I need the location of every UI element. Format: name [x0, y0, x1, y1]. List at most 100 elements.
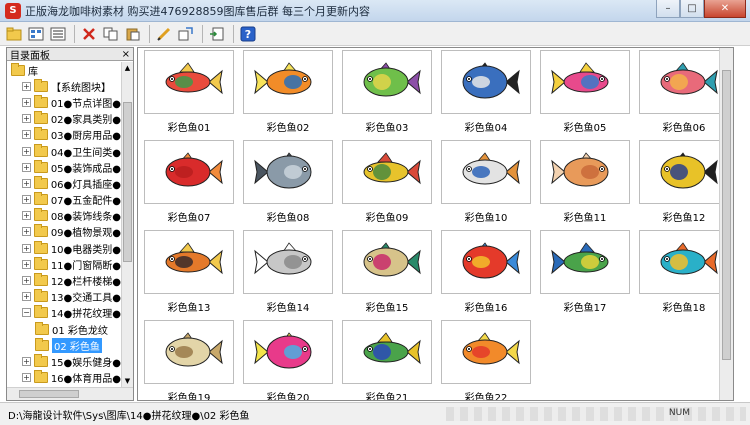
scroll-thumb[interactable] [722, 70, 731, 360]
tree-vertical-scrollbar[interactable]: ▲ ▼ [121, 62, 133, 387]
tree-expander-icon[interactable]: + [22, 276, 31, 286]
thumbnail-item[interactable]: 彩色鱼01 [144, 50, 234, 134]
fish-thumbnail-icon[interactable] [342, 320, 432, 384]
maximize-button[interactable]: □ [680, 0, 704, 18]
tree-item[interactable]: +06●灯具插座● [7, 175, 121, 191]
fish-thumbnail-icon[interactable] [342, 140, 432, 204]
thumbnail-item[interactable]: 彩色鱼17 [540, 230, 630, 314]
tree-horizontal-scrollbar[interactable] [7, 387, 133, 400]
thumbnail-item[interactable]: 彩色鱼14 [243, 230, 333, 314]
copy-icon[interactable] [101, 24, 121, 44]
thumbnail-item[interactable]: 彩色鱼03 [342, 50, 432, 134]
thumbnail-item[interactable]: 彩色鱼19 [144, 320, 234, 400]
view-icon[interactable] [26, 24, 46, 44]
tree-item[interactable]: +08●装饰线条● [7, 208, 121, 224]
fish-thumbnail-icon[interactable] [243, 230, 333, 294]
scroll-up-icon[interactable]: ▲ [122, 62, 133, 74]
fish-thumbnail-icon[interactable] [639, 50, 729, 114]
thumbnail-item[interactable]: 彩色鱼11 [540, 140, 630, 224]
fish-thumbnail-icon[interactable] [540, 50, 630, 114]
tree-expander-icon[interactable]: + [22, 356, 31, 366]
tree-item[interactable]: +12●栏杆楼梯● [7, 272, 121, 288]
tree-item[interactable]: 库 [7, 62, 121, 78]
thumbnail-item[interactable]: 彩色鱼07 [144, 140, 234, 224]
tree-expander-icon[interactable]: + [22, 292, 31, 302]
tree-expander-icon[interactable]: + [22, 97, 31, 107]
fish-thumbnail-icon[interactable] [342, 50, 432, 114]
tree-item[interactable]: +09●植物景观● [7, 224, 121, 240]
fish-thumbnail-icon[interactable] [441, 140, 531, 204]
tree-item[interactable]: +02●家具类别● [7, 111, 121, 127]
tree-expander-icon[interactable]: + [22, 81, 31, 91]
tree-expander-icon[interactable]: + [22, 146, 31, 156]
fish-thumbnail-icon[interactable] [639, 140, 729, 204]
tree-item[interactable]: 01 彩色龙纹 [7, 321, 121, 337]
tree-item[interactable]: +03●厨房用品● [7, 127, 121, 143]
fish-thumbnail-icon[interactable] [243, 320, 333, 384]
thumbnail-item[interactable]: 彩色鱼04 [441, 50, 531, 134]
scroll-thumb[interactable] [19, 390, 79, 398]
fish-thumbnail-icon[interactable] [342, 230, 432, 294]
tree-expander-icon[interactable]: + [22, 373, 31, 383]
tree-item[interactable]: +10●电器类别● [7, 240, 121, 256]
thumbnail-item[interactable]: 彩色鱼18 [639, 230, 729, 314]
paste-icon[interactable] [123, 24, 143, 44]
tree-expander-icon[interactable]: + [22, 162, 31, 172]
thumbnail-item[interactable]: 彩色鱼22 [441, 320, 531, 400]
minimize-button[interactable]: – [656, 0, 680, 18]
thumbnail-item[interactable]: 彩色鱼08 [243, 140, 333, 224]
fish-thumbnail-icon[interactable] [540, 230, 630, 294]
tree-item[interactable]: +05●装饰成品● [7, 159, 121, 175]
thumbnail-item[interactable]: 彩色鱼15 [342, 230, 432, 314]
fish-thumbnail-icon[interactable] [243, 50, 333, 114]
scroll-thumb[interactable] [123, 102, 132, 262]
tree-expander-icon[interactable]: + [22, 195, 31, 205]
fish-thumbnail-icon[interactable] [441, 50, 531, 114]
delete-icon[interactable] [79, 24, 99, 44]
thumbnail-item[interactable]: 彩色鱼12 [639, 140, 729, 224]
tree-expander-icon[interactable]: + [22, 130, 31, 140]
tree-item[interactable]: + 【系统图块】 [7, 78, 121, 94]
tree-expander-icon[interactable]: + [22, 114, 31, 124]
thumbnail-item[interactable]: 彩色鱼06 [639, 50, 729, 134]
thumbnail-item[interactable]: 彩色鱼16 [441, 230, 531, 314]
tree-expander-icon[interactable]: + [22, 259, 31, 269]
tree-item[interactable]: +15●娱乐健身● [7, 353, 121, 369]
thumbnail-item[interactable]: 彩色鱼05 [540, 50, 630, 134]
thumbnail-item[interactable]: 彩色鱼21 [342, 320, 432, 400]
tree-item[interactable]: +04●卫生间类● [7, 143, 121, 159]
open-icon[interactable] [4, 24, 24, 44]
help-icon[interactable]: ? [238, 24, 258, 44]
fish-thumbnail-icon[interactable] [639, 230, 729, 294]
insert-icon[interactable] [207, 24, 227, 44]
list-icon[interactable] [48, 24, 68, 44]
tree-item[interactable]: +16●体育用品● [7, 370, 121, 386]
thumbnail-item[interactable]: 彩色鱼02 [243, 50, 333, 134]
tree-item[interactable]: +07●五金配件● [7, 192, 121, 208]
thumbnail-item[interactable]: 彩色鱼09 [342, 140, 432, 224]
tree-expander-icon[interactable]: + [22, 227, 31, 237]
fish-thumbnail-icon[interactable] [144, 50, 234, 114]
tree-expander-icon[interactable]: − [22, 308, 31, 318]
fish-thumbnail-icon[interactable] [540, 140, 630, 204]
fish-thumbnail-icon[interactable] [441, 320, 531, 384]
fish-thumbnail-icon[interactable] [144, 230, 234, 294]
import-icon[interactable] [176, 24, 196, 44]
panel-close-icon[interactable]: × [122, 49, 130, 60]
tree-item[interactable]: +13●交通工具● [7, 289, 121, 305]
thumbnail-item[interactable]: 彩色鱼20 [243, 320, 333, 400]
grid-vertical-scrollbar[interactable] [719, 48, 733, 400]
tree-expander-icon[interactable]: + [22, 211, 31, 221]
tree-item[interactable]: +11●门窗隔断● [7, 256, 121, 272]
tree-expander-icon[interactable]: + [22, 178, 31, 188]
fish-thumbnail-icon[interactable] [144, 320, 234, 384]
fish-thumbnail-icon[interactable] [441, 230, 531, 294]
tree-item[interactable]: 02 彩色鱼 [7, 337, 121, 353]
tree-item[interactable]: − 14●拼花纹理● [7, 305, 121, 321]
thumbnail-item[interactable]: 彩色鱼10 [441, 140, 531, 224]
fish-thumbnail-icon[interactable] [243, 140, 333, 204]
thumbnail-item[interactable]: 彩色鱼13 [144, 230, 234, 314]
tree-item[interactable]: +01●节点详图● [7, 94, 121, 110]
edit-icon[interactable] [154, 24, 174, 44]
close-button[interactable]: ✕ [704, 0, 746, 18]
